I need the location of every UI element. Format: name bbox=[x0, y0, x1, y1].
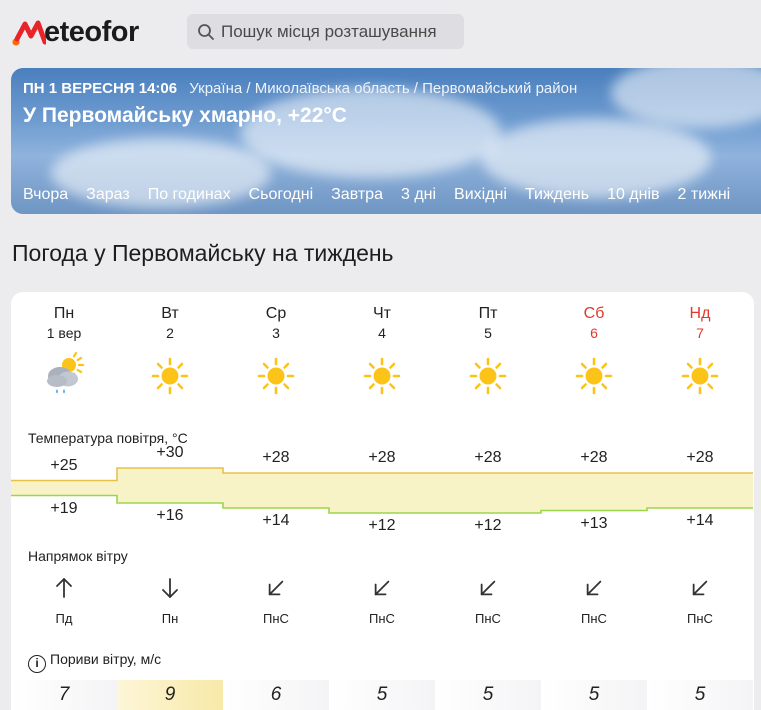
day-name: Вт bbox=[161, 305, 179, 322]
wind-gust-value: 6 bbox=[223, 680, 329, 710]
wind-gust-value: 5 bbox=[329, 680, 435, 710]
day-date: 5 bbox=[484, 325, 492, 341]
search-box[interactable] bbox=[187, 14, 464, 49]
tab-3[interactable]: Сьогодні bbox=[249, 186, 314, 208]
cloud-decoration bbox=[611, 68, 761, 128]
sun-icon bbox=[150, 356, 190, 404]
day-date: 3 bbox=[272, 325, 280, 341]
temperature-min: +12 bbox=[474, 517, 502, 534]
wind-column: ПнС bbox=[329, 576, 435, 626]
forecast-tabs: Вчора Зараз По годинах Сьогодні Завтра 3 дні В… bbox=[23, 186, 748, 208]
temperature-max: +25 bbox=[50, 456, 78, 474]
wind-arrow-icon bbox=[586, 580, 602, 596]
sun-icon bbox=[574, 356, 614, 404]
wind-directions: Пд Пн ПнС ПнС ПнС ПнС ПнС bbox=[11, 576, 754, 636]
sun-icon bbox=[362, 356, 402, 404]
wind-gusts: 7965555 bbox=[11, 680, 754, 710]
current-weather-title: У Первомайську хмарно, +22°C bbox=[23, 104, 347, 127]
sun-icon bbox=[468, 356, 508, 404]
day-date: 1 вер bbox=[46, 325, 82, 341]
wind-gust-value: 9 bbox=[117, 680, 223, 710]
wind-column: ПнС bbox=[223, 576, 329, 626]
day-name: Чт bbox=[373, 305, 391, 322]
day-columns: Пн 1 вер Вт 2 Ср 3 Чт 4 Пт 5 Сб 6 Нд 7 bbox=[11, 292, 754, 412]
temperature-max: +28 bbox=[580, 449, 608, 466]
day-date: 4 bbox=[378, 325, 386, 341]
tab-7[interactable]: Тиждень bbox=[525, 186, 589, 208]
tab-2[interactable]: По годинах bbox=[148, 186, 231, 208]
tab-5[interactable]: 3 дні bbox=[401, 186, 436, 208]
search-input[interactable] bbox=[221, 21, 461, 42]
wind-column: ПнС bbox=[647, 576, 753, 626]
tab-4[interactable]: Завтра bbox=[331, 186, 383, 208]
day-name: Сб bbox=[583, 305, 605, 322]
wind-direction: ПнС bbox=[581, 611, 607, 626]
location-breadcrumb[interactable]: Україна / Миколаївська область / Первома… bbox=[189, 80, 577, 97]
wind-arrow-icon bbox=[268, 580, 284, 596]
day-date: 7 bbox=[696, 325, 704, 341]
wind-direction: ПнС bbox=[369, 611, 395, 626]
temperature-min: +16 bbox=[156, 507, 184, 524]
wind-direction: Пн bbox=[161, 611, 179, 626]
wind-direction: ПнС bbox=[687, 611, 713, 626]
temperature-max: +28 bbox=[686, 449, 714, 466]
wind-arrow-icon bbox=[374, 580, 390, 596]
wind-gusts-label-text: Пориви вітру, м/с bbox=[50, 651, 162, 667]
tab-1[interactable]: Зараз bbox=[86, 186, 130, 208]
info-icon[interactable]: i bbox=[28, 655, 46, 673]
day-date: 6 bbox=[590, 325, 598, 341]
current-date: ПН 1 ВЕРЕСНЯ 14:06 bbox=[23, 80, 178, 97]
wind-gust-value: 7 bbox=[11, 680, 117, 710]
wind-gust-value: 5 bbox=[541, 680, 647, 710]
search-icon bbox=[198, 23, 214, 40]
temperature-min: +14 bbox=[686, 512, 714, 529]
sun-icon bbox=[256, 356, 296, 404]
logo[interactable]: eteofor bbox=[12, 12, 139, 52]
tab-0[interactable]: Вчора bbox=[23, 186, 68, 208]
wind-arrow-icon bbox=[480, 580, 496, 596]
wind-direction: Пд bbox=[55, 611, 73, 626]
wind-column: Пн bbox=[117, 576, 223, 626]
temperature-max: +28 bbox=[474, 449, 502, 466]
day-name: Ср bbox=[265, 305, 287, 322]
day-name: Пн bbox=[53, 305, 75, 322]
temperature-max: +28 bbox=[262, 449, 290, 466]
current-weather-banner: ПН 1 ВЕРЕСНЯ 14:06 Україна / Миколаївськ… bbox=[11, 68, 761, 214]
date-location: ПН 1 ВЕРЕСНЯ 14:06 Україна / Миколаївськ… bbox=[23, 80, 577, 97]
logo-text: eteofor bbox=[44, 15, 139, 48]
wind-gust-value: 5 bbox=[647, 680, 753, 710]
wind-column: ПнС bbox=[435, 576, 541, 626]
wind-direction-label: Напрямок вітру bbox=[28, 548, 128, 564]
wind-arrow-icon bbox=[162, 578, 178, 598]
meteofor-logo-icon bbox=[12, 20, 46, 46]
page-title: Погода у Первомайську на тиждень bbox=[12, 240, 394, 266]
wind-arrow-icon bbox=[56, 578, 72, 598]
wind-arrow-icon bbox=[692, 580, 708, 596]
tab-6[interactable]: Вихідні bbox=[454, 186, 507, 208]
temperature-max: +30 bbox=[156, 444, 184, 461]
wind-column: Пд bbox=[11, 576, 117, 626]
temperature-min: +12 bbox=[368, 517, 396, 534]
day-name: Пт bbox=[478, 305, 498, 322]
wind-direction: ПнС bbox=[475, 611, 501, 626]
temperature-max: +28 bbox=[368, 449, 396, 466]
wind-gusts-label: i Пориви вітру, м/с bbox=[28, 651, 161, 673]
tab-8[interactable]: 10 днів bbox=[607, 186, 659, 208]
partly-cloudy-rain-icon bbox=[44, 350, 85, 398]
cloud-decoration bbox=[241, 88, 501, 178]
tab-9[interactable]: 2 тижні bbox=[678, 186, 731, 208]
weekly-forecast-card: Пн 1 вер Вт 2 Ср 3 Чт 4 Пт 5 Сб 6 Нд 7 Температура по… bbox=[11, 292, 754, 710]
temperature-chart: +25 +30 +28 +28 +28 +28 +28 +19 +16 +14 +12 +12 +13 +… bbox=[11, 442, 754, 534]
temperature-min: +19 bbox=[50, 499, 78, 517]
temperature-min: +13 bbox=[580, 514, 608, 532]
day-date: 2 bbox=[166, 325, 174, 341]
sun-icon bbox=[680, 356, 720, 404]
temperature-min: +14 bbox=[262, 512, 290, 529]
top-bar: eteofor bbox=[0, 0, 761, 64]
wind-column: ПнС bbox=[541, 576, 647, 626]
wind-direction: ПнС bbox=[263, 611, 289, 626]
wind-gust-value: 5 bbox=[435, 680, 541, 710]
day-name: Нд bbox=[689, 305, 711, 322]
